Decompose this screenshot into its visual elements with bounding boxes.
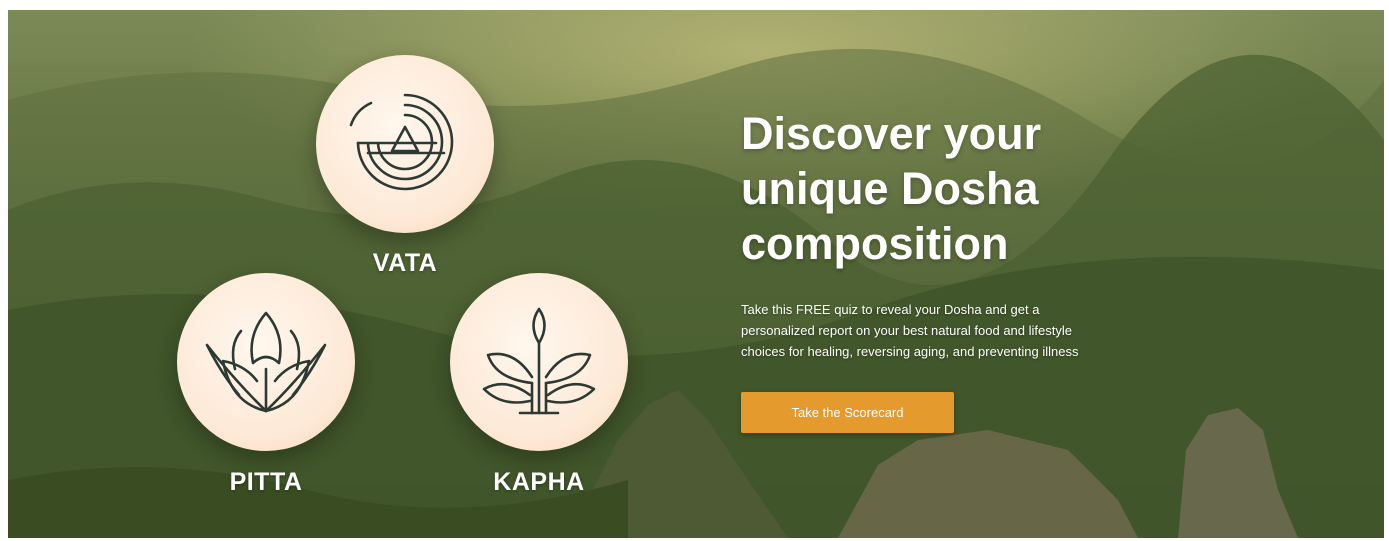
pitta-dosha-circle[interactable] — [177, 273, 355, 451]
headline-line-2: unique Dosha — [741, 163, 1039, 214]
kapha-dosha-circle[interactable] — [450, 273, 628, 451]
vata-air-spiral-icon — [349, 93, 454, 191]
kapha-label: KAPHA — [493, 468, 585, 496]
pitta-label: PITTA — [229, 468, 303, 496]
hero-description: Take this FREE quiz to reveal your Dosha… — [741, 302, 1079, 359]
vata-dosha-circle[interactable] — [316, 55, 494, 233]
take-scorecard-button[interactable]: Take the Scorecard — [741, 392, 954, 433]
hero-headline: Discover your unique Dosha composition — [741, 106, 1261, 271]
headline-line-1: Discover your — [741, 108, 1042, 159]
headline-line-3: composition — [741, 218, 1009, 269]
pitta-lotus-icon — [205, 311, 327, 413]
kapha-leaves-icon — [482, 307, 596, 415]
hero-section: VATA PITTA KAPHA Discover your unique Do… — [8, 10, 1384, 538]
